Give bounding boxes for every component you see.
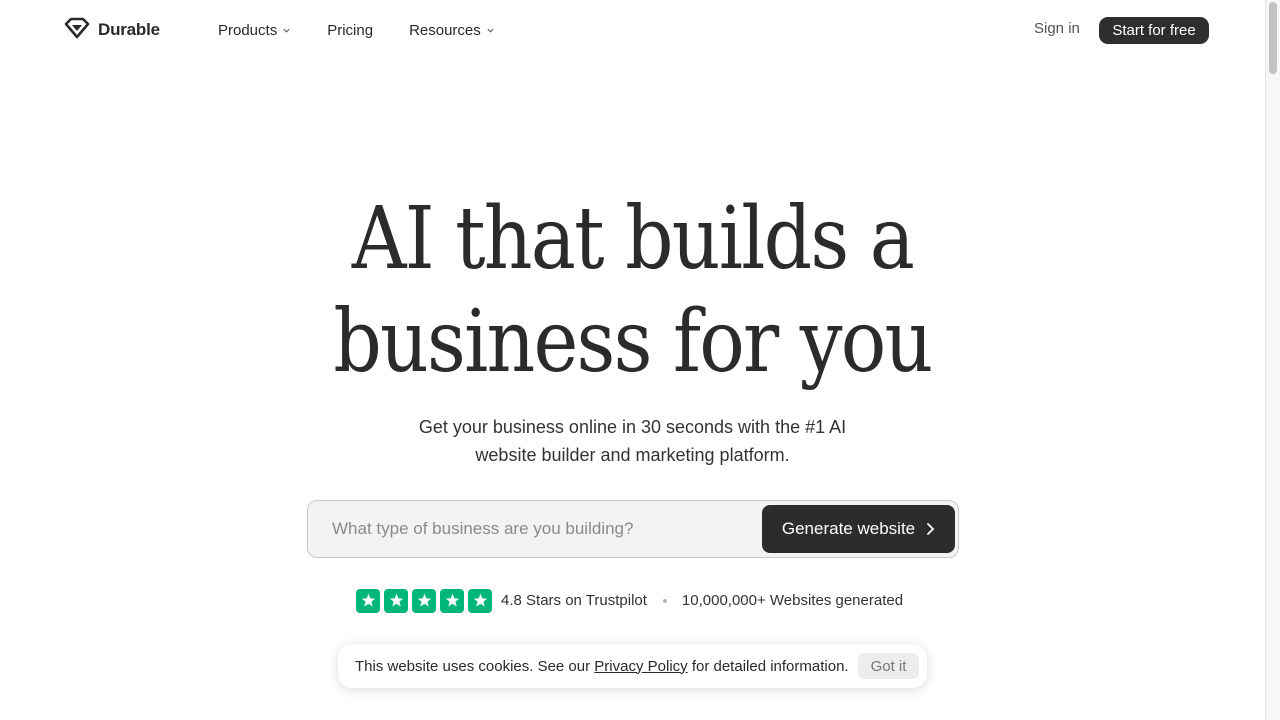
- star-icon: [356, 588, 380, 613]
- menu-item-pricing[interactable]: Pricing: [327, 20, 373, 40]
- privacy-policy-link[interactable]: Privacy Policy: [594, 658, 687, 675]
- generate-website-label: Generate website: [781, 519, 916, 538]
- menu-item-products[interactable]: Products: [218, 20, 291, 40]
- menu-item-label: Products: [218, 21, 278, 39]
- cookie-banner: This website uses cookies. See our Priva…: [338, 644, 927, 688]
- separator-dot: [662, 598, 667, 603]
- chevron-down-icon: [487, 28, 494, 33]
- top-navigation: Durable Products Pricing Resources Sign …: [0, 0, 1265, 60]
- chevron-right-icon: [927, 523, 935, 535]
- trustpilot-rating-text: 4.8 Stars on Trustpilot: [501, 592, 647, 609]
- diamond-logo-icon: [63, 17, 91, 44]
- star-icon: [384, 588, 408, 613]
- star-icon: [412, 588, 436, 613]
- chevron-down-icon: [283, 28, 290, 33]
- business-type-input[interactable]: [322, 509, 782, 549]
- hero-subtitle-line-1: Get your business online in 30 seconds w…: [418, 417, 847, 437]
- cookie-message: This website uses cookies. See our Priva…: [355, 658, 849, 675]
- generate-website-button[interactable]: Generate website: [762, 505, 955, 553]
- hero-subtitle: Get your business online in 30 seconds w…: [0, 413, 1265, 469]
- page-scrollbar[interactable]: [1265, 0, 1280, 720]
- got-it-button[interactable]: Got it: [858, 653, 919, 679]
- menu-item-resources[interactable]: Resources: [409, 20, 495, 40]
- trustpilot-stars: [356, 588, 492, 613]
- websites-generated-text: 10,000,000+ Websites generated: [681, 592, 904, 609]
- trust-row: 4.8 Stars on Trustpilot 10,000,000+ Webs…: [356, 588, 903, 613]
- brand-logo-link[interactable]: Durable: [63, 17, 160, 44]
- menu-item-label: Resources: [409, 21, 481, 39]
- hero-subtitle-line-2: website builder and marketing platform.: [475, 445, 790, 465]
- hero-title: AI that builds a business for you: [76, 188, 1189, 394]
- hero-title-line-2: business for you: [333, 292, 933, 392]
- sign-in-link[interactable]: Sign in: [1034, 20, 1080, 37]
- scrollbar-thumb[interactable]: [1269, 2, 1277, 74]
- cookie-text-before: This website uses cookies. See our: [355, 657, 595, 675]
- star-icon: [440, 588, 464, 613]
- menu-item-label: Pricing: [327, 21, 374, 39]
- star-icon: [468, 588, 492, 613]
- business-prompt-form: Generate website: [307, 500, 959, 558]
- cookie-text-after: for detailed information.: [687, 657, 849, 675]
- start-for-free-button[interactable]: Start for free: [1099, 17, 1209, 44]
- hero-title-line-1: AI that builds a: [351, 189, 915, 289]
- brand-name: Durable: [98, 20, 160, 39]
- main-menu: Products Pricing Resources: [218, 20, 531, 40]
